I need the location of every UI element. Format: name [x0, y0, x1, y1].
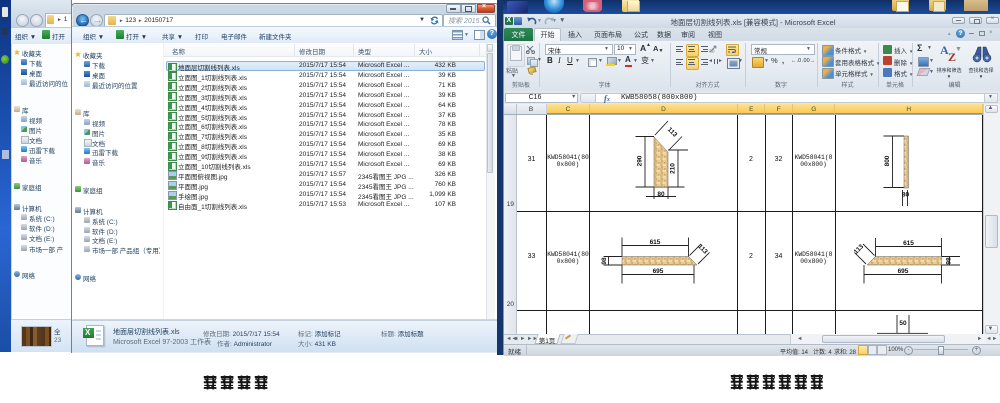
svg-text:ab: ab — [709, 49, 715, 54]
